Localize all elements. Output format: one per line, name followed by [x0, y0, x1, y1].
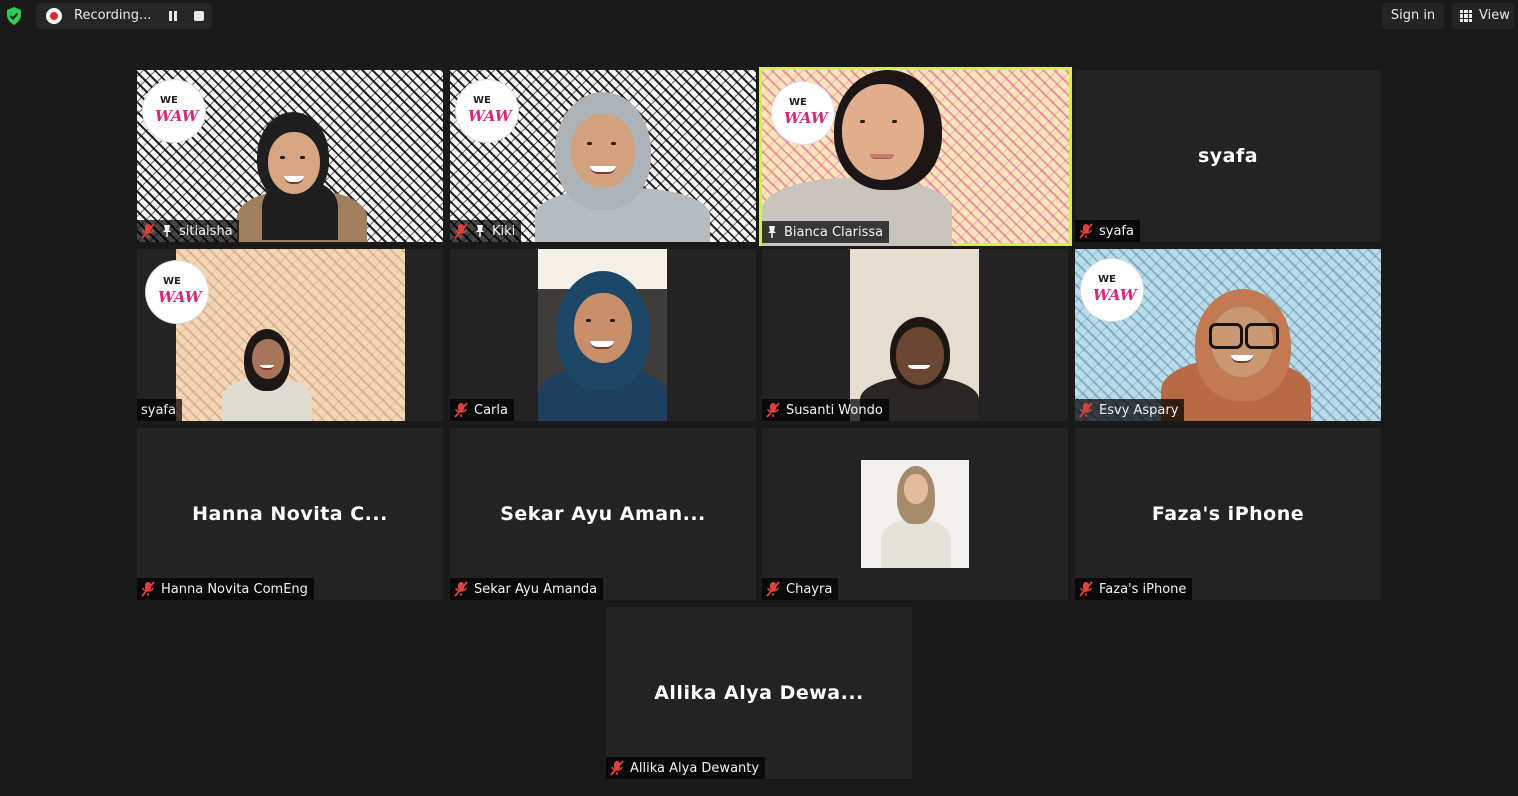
participant-tile-syafa-novideo[interactable]: syafa syafa [1075, 70, 1381, 242]
participant-display-name: Sekar Ayu Aman... [500, 503, 706, 525]
participant-name: Susanti Wondo [786, 402, 883, 418]
participant-display-name: Hanna Novita C... [192, 503, 388, 525]
participant-name-tag: Carla [450, 399, 514, 421]
participant-tile-hanna-novita[interactable]: Hanna Novita C... Hanna Novita ComEng [137, 428, 443, 600]
participant-name: Bianca Clarissa [784, 224, 884, 240]
security-shield-icon[interactable] [6, 7, 22, 25]
participant-tile-faza-iphone[interactable]: Faza's iPhone Faza's iPhone [1075, 428, 1381, 600]
participant-name: syafa [1099, 223, 1134, 239]
grid-view-icon [1460, 10, 1472, 22]
pin-icon [476, 225, 484, 237]
participant-display-name: Allika Alya Dewa... [654, 682, 864, 704]
view-button[interactable]: View [1452, 3, 1514, 29]
participant-tile-syafa-video[interactable]: WE WAW syafa [137, 249, 443, 421]
participant-video: WE WAW [762, 70, 1069, 246]
recording-dot-icon [46, 8, 62, 24]
participant-name-tag: syafa [1075, 220, 1140, 242]
participant-name-tag: Chayra [762, 578, 839, 600]
participant-name-tag: Allika Alya Dewanty [606, 757, 766, 779]
participant-name: Allika Alya Dewanty [630, 760, 760, 776]
participant-video [850, 249, 979, 421]
mic-muted-icon [1079, 402, 1093, 418]
participant-tile-esvy-aspary[interactable]: WE WAW Esvy Aspary [1075, 249, 1381, 421]
participant-name: Carla [474, 402, 508, 418]
participant-name: Faza's iPhone [1099, 581, 1187, 597]
mic-muted-icon [454, 223, 468, 239]
participant-name: sitiaisha [179, 223, 233, 239]
participant-tile-chayra[interactable]: Chayra [762, 428, 1068, 600]
participant-display-name: Faza's iPhone [1151, 503, 1305, 525]
participant-name: Hanna Novita ComEng [161, 581, 308, 597]
stop-recording-icon[interactable] [194, 11, 204, 21]
participant-name: syafa [141, 402, 176, 418]
view-label: View [1479, 8, 1510, 23]
pin-icon [163, 225, 171, 237]
mic-muted-icon [766, 402, 780, 418]
meeting-topbar: Recording... Sign in View [0, 0, 1518, 32]
participant-tile-sekar-ayu[interactable]: Sekar Ayu Aman... Sekar Ayu Amanda [450, 428, 756, 600]
participant-tile-kiki[interactable]: WE WAW Kiki [450, 70, 756, 242]
participant-video: WE WAW [146, 249, 405, 421]
participant-name-tag: Sekar Ayu Amanda [450, 578, 604, 600]
mic-muted-icon [1079, 223, 1093, 239]
participant-name-tag: Bianca Clarissa [762, 221, 890, 243]
participant-name: Esvy Aspary [1099, 402, 1179, 418]
participant-name-tag: Faza's iPhone [1075, 578, 1193, 600]
mic-muted-icon [766, 581, 780, 597]
profile-photo [861, 460, 969, 568]
participant-name: Chayra [786, 581, 833, 597]
participant-tile-sitiaisha[interactable]: WE WAW sitiaisha [137, 70, 443, 242]
wewaw-logo: WE WAW [772, 82, 834, 144]
participant-tile-susanti-wondo[interactable]: Susanti Wondo [762, 249, 1068, 421]
wewaw-logo: WE WAW [456, 80, 518, 142]
pin-icon [768, 226, 776, 238]
participant-name-tag: Susanti Wondo [762, 399, 889, 421]
mic-muted-icon [454, 581, 468, 597]
participant-tile-bianca-clarissa[interactable]: WE WAW Bianca Clarissa [759, 67, 1072, 246]
participant-name-tag: sitiaisha [137, 220, 239, 242]
mic-muted-icon [454, 402, 468, 418]
participant-video: WE WAW [137, 70, 443, 242]
participant-name-tag: syafa [137, 399, 182, 421]
recording-label: Recording... [74, 8, 152, 23]
participant-name: Sekar Ayu Amanda [474, 581, 598, 597]
wewaw-logo: WE WAW [146, 261, 208, 323]
participant-name: Kiki [492, 223, 516, 239]
pause-recording-icon[interactable] [166, 9, 180, 23]
sign-in-button[interactable]: Sign in [1382, 3, 1444, 29]
participant-video [538, 249, 667, 421]
mic-muted-icon [141, 581, 155, 597]
participant-name-tag: Kiki [450, 220, 522, 242]
wewaw-logo: WE WAW [143, 80, 205, 142]
participant-display-name: syafa [1197, 145, 1259, 167]
participant-tile-allika-alya[interactable]: Allika Alya Dewa... Allika Alya Dewanty [606, 607, 912, 779]
participant-video: WE WAW [1075, 249, 1381, 421]
mic-muted-icon [1079, 581, 1093, 597]
participant-video: WE WAW [450, 70, 756, 242]
mic-muted-icon [610, 760, 624, 776]
recording-indicator: Recording... [36, 3, 212, 29]
wewaw-logo: WE WAW [1081, 259, 1143, 321]
mic-muted-icon [141, 223, 155, 239]
participant-name-tag: Esvy Aspary [1075, 399, 1185, 421]
participant-name-tag: Hanna Novita ComEng [137, 578, 314, 600]
participant-tile-carla[interactable]: Carla [450, 249, 756, 421]
